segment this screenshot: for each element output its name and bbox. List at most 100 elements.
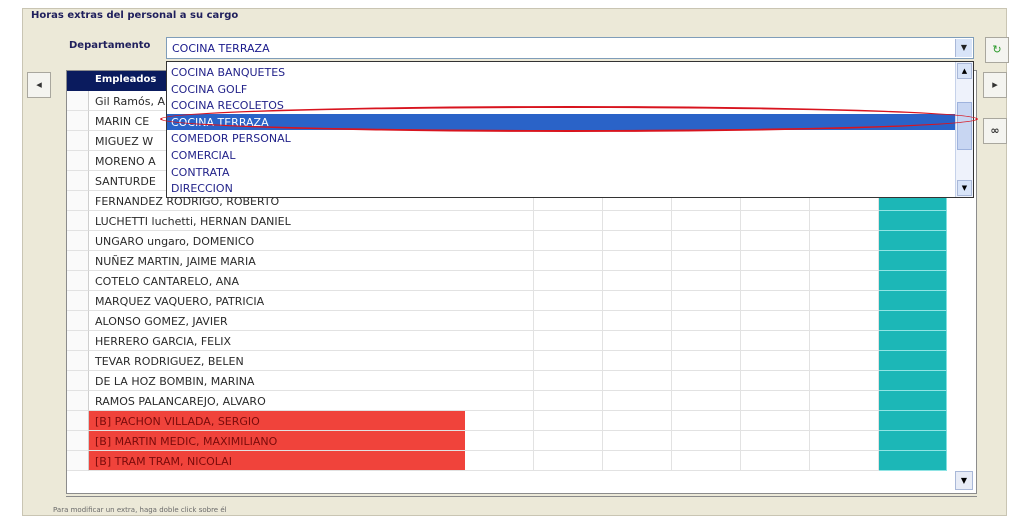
- teal-hours-cell[interactable]: [879, 211, 947, 231]
- employee-row[interactable]: [B] PACHON VILLADA, SERGIO: [89, 411, 465, 431]
- row-selector[interactable]: [67, 111, 89, 131]
- row-selector[interactable]: [67, 251, 89, 271]
- hours-cell[interactable]: [534, 431, 603, 451]
- hours-cell[interactable]: [810, 311, 879, 331]
- row-selector[interactable]: [67, 391, 89, 411]
- hours-cell[interactable]: [465, 251, 534, 271]
- row-selector[interactable]: [67, 371, 89, 391]
- employee-row[interactable]: HERRERO GARCIA, FELIX: [89, 331, 465, 351]
- hours-cell[interactable]: [465, 271, 534, 291]
- hours-cell[interactable]: [603, 351, 672, 371]
- hours-cell[interactable]: [672, 331, 741, 351]
- hours-cell[interactable]: [534, 351, 603, 371]
- refresh-icon[interactable]: ↻: [985, 37, 1009, 63]
- hours-cell[interactable]: [534, 251, 603, 271]
- hours-cell[interactable]: [534, 231, 603, 251]
- hours-cell[interactable]: [534, 211, 603, 231]
- row-selector[interactable]: [67, 151, 89, 171]
- hours-cell[interactable]: [810, 371, 879, 391]
- hours-cell[interactable]: [603, 271, 672, 291]
- scroll-down-icon[interactable]: ▼: [957, 180, 972, 196]
- teal-hours-cell[interactable]: [879, 391, 947, 411]
- row-selector[interactable]: [67, 331, 89, 351]
- hours-cell[interactable]: [534, 451, 603, 471]
- row-selector[interactable]: [67, 191, 89, 211]
- employee-row[interactable]: RAMOS PALANCAREJO, ALVARO: [89, 391, 465, 411]
- employee-row[interactable]: TEVAR RODRIGUEZ, BELEN: [89, 351, 465, 371]
- next-record-icon[interactable]: ▸: [983, 72, 1007, 98]
- teal-hours-cell[interactable]: [879, 231, 947, 251]
- hours-cell[interactable]: [741, 391, 810, 411]
- row-selector[interactable]: [67, 211, 89, 231]
- hours-cell[interactable]: [603, 311, 672, 331]
- employee-row[interactable]: ALONSO GOMEZ, JAVIER: [89, 311, 465, 331]
- hours-cell[interactable]: [465, 331, 534, 351]
- hours-cell[interactable]: [810, 351, 879, 371]
- hours-cell[interactable]: [741, 291, 810, 311]
- scroll-up-icon[interactable]: ▲: [957, 63, 972, 79]
- employee-row[interactable]: [B] TRAM TRAM, NICOLAI: [89, 451, 465, 471]
- hours-cell[interactable]: [810, 291, 879, 311]
- dropdown-option[interactable]: COCINA TERRAZA: [167, 113, 956, 130]
- hours-cell[interactable]: [672, 251, 741, 271]
- employee-row[interactable]: DE LA HOZ BOMBIN, MARINA: [89, 371, 465, 391]
- hours-cell[interactable]: [741, 351, 810, 371]
- hours-cell[interactable]: [672, 291, 741, 311]
- hours-cell[interactable]: [603, 251, 672, 271]
- hours-cell[interactable]: [465, 351, 534, 371]
- teal-hours-cell[interactable]: [879, 371, 947, 391]
- hours-cell[interactable]: [534, 291, 603, 311]
- row-selector[interactable]: [67, 271, 89, 291]
- hours-cell[interactable]: [741, 311, 810, 331]
- hours-cell[interactable]: [672, 411, 741, 431]
- hours-cell[interactable]: [603, 211, 672, 231]
- dropdown-arrow-icon[interactable]: ▼: [955, 39, 972, 57]
- scroll-thumb[interactable]: [957, 102, 972, 150]
- hours-cell[interactable]: [741, 211, 810, 231]
- dropdown-scrollbar[interactable]: ▲ ▼: [955, 62, 973, 197]
- hours-cell[interactable]: [465, 231, 534, 251]
- hours-cell[interactable]: [603, 411, 672, 431]
- hours-cell[interactable]: [603, 291, 672, 311]
- employee-row[interactable]: COTELO CANTARELO, ANA: [89, 271, 465, 291]
- teal-hours-cell[interactable]: [879, 271, 947, 291]
- hours-cell[interactable]: [672, 311, 741, 331]
- hours-cell[interactable]: [465, 411, 534, 431]
- teal-hours-cell[interactable]: [879, 431, 947, 451]
- dropdown-option[interactable]: DIRECCION: [167, 180, 956, 196]
- hours-cell[interactable]: [810, 451, 879, 471]
- hours-cell[interactable]: [672, 211, 741, 231]
- row-selector[interactable]: [67, 131, 89, 151]
- dropdown-option[interactable]: COCINA RECOLETOS: [167, 97, 956, 113]
- teal-hours-cell[interactable]: [879, 251, 947, 271]
- hours-cell[interactable]: [672, 391, 741, 411]
- hours-cell[interactable]: [810, 411, 879, 431]
- row-selector[interactable]: [67, 231, 89, 251]
- row-selector[interactable]: [67, 431, 89, 451]
- hours-cell[interactable]: [672, 371, 741, 391]
- teal-hours-cell[interactable]: [879, 331, 947, 351]
- hours-cell[interactable]: [672, 451, 741, 471]
- hours-cell[interactable]: [741, 271, 810, 291]
- hours-cell[interactable]: [741, 231, 810, 251]
- row-selector[interactable]: [67, 451, 89, 471]
- hours-cell[interactable]: [603, 371, 672, 391]
- hours-cell[interactable]: [603, 391, 672, 411]
- hours-cell[interactable]: [534, 411, 603, 431]
- employee-row[interactable]: MARQUEZ VAQUERO, PATRICIA: [89, 291, 465, 311]
- employee-row[interactable]: UNGARO ungaro, DOMENICO: [89, 231, 465, 251]
- department-dropdown-list[interactable]: COCINA BANQUETES COCINA GOLF COCINA RECOLE…: [166, 61, 974, 198]
- binoculars-icon[interactable]: ∞: [983, 118, 1007, 144]
- previous-record-icon[interactable]: ◂: [27, 72, 51, 98]
- hours-cell[interactable]: [534, 371, 603, 391]
- hours-cell[interactable]: [741, 451, 810, 471]
- teal-hours-cell[interactable]: [879, 291, 947, 311]
- teal-hours-cell[interactable]: [879, 411, 947, 431]
- hours-cell[interactable]: [810, 431, 879, 451]
- dropdown-option[interactable]: CONTRATA: [167, 164, 956, 180]
- employee-row[interactable]: NUÑEZ MARTIN, JAIME MARIA: [89, 251, 465, 271]
- hours-cell[interactable]: [603, 431, 672, 451]
- hours-cell[interactable]: [741, 431, 810, 451]
- hours-cell[interactable]: [465, 211, 534, 231]
- hours-cell[interactable]: [810, 231, 879, 251]
